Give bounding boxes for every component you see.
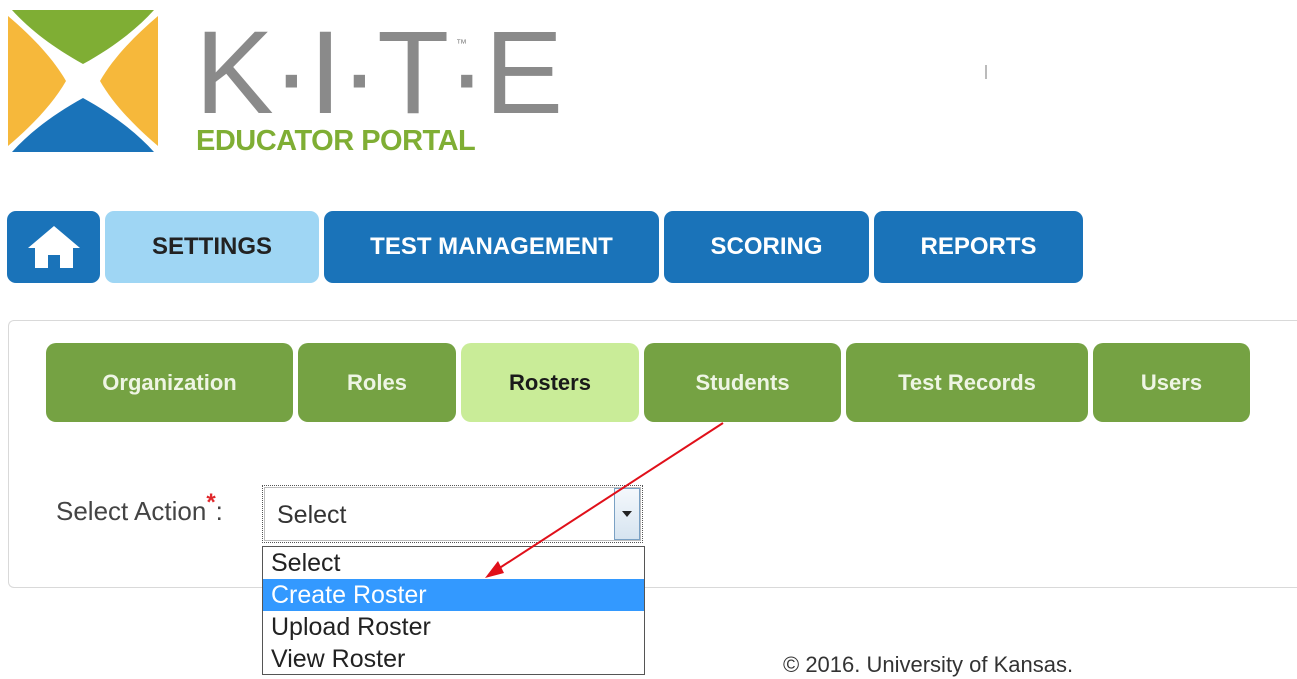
subtab-organization-label: Organization (102, 369, 237, 395)
select-action-colon: : (215, 496, 223, 526)
option-upload-roster[interactable]: Upload Roster (263, 611, 644, 643)
subtab-rosters-label: Rosters (509, 369, 591, 395)
select-action-value: Select (277, 501, 347, 529)
tab-test-management-label: TEST MANAGEMENT (370, 233, 613, 260)
footer-copyright: © 2016. University of Kansas. (783, 652, 1074, 677)
subtab-rosters[interactable]: Rosters (461, 343, 639, 422)
page: K·I·T·E ™ EDUCATOR PORTAL SETTINGS TEST … (0, 0, 1297, 679)
tab-reports-label: REPORTS (920, 233, 1037, 260)
option-create-roster[interactable]: Create Roster (263, 579, 644, 611)
select-action-dropdown[interactable]: Select (262, 485, 643, 543)
header-divider (985, 65, 987, 79)
tab-settings[interactable]: SETTINGS (105, 211, 319, 283)
select-action-label: Select Action*: (56, 489, 223, 527)
chevron-down-icon (622, 511, 632, 517)
kite-logo-icon (8, 10, 158, 152)
subtab-users[interactable]: Users (1093, 343, 1250, 422)
select-action-options: Select Create Roster Upload Roster View … (262, 546, 645, 675)
tab-scoring-label: SCORING (710, 233, 823, 260)
subtab-test-records[interactable]: Test Records (846, 343, 1088, 422)
home-button[interactable] (7, 211, 100, 283)
dropdown-toggle-button[interactable] (614, 488, 640, 540)
subtab-students-label: Students (695, 369, 790, 395)
required-indicator: * (206, 489, 216, 516)
option-select[interactable]: Select (263, 547, 644, 579)
home-icon (27, 226, 80, 268)
subtab-test-records-label: Test Records (898, 369, 1036, 395)
subtab-students[interactable]: Students (644, 343, 841, 422)
logo-wordmark: K·I·T·E (195, 7, 563, 139)
subtab-roles[interactable]: Roles (298, 343, 456, 422)
tab-reports[interactable]: REPORTS (874, 211, 1083, 283)
select-action-label-text: Select Action (56, 496, 207, 526)
logo-trademark: ™ (456, 38, 467, 50)
logo-subtitle: EDUCATOR PORTAL (196, 125, 476, 157)
tab-scoring[interactable]: SCORING (664, 211, 869, 283)
tab-settings-label: SETTINGS (151, 233, 272, 260)
subtab-users-label: Users (1140, 369, 1203, 395)
subtab-roles-label: Roles (347, 369, 407, 395)
subtab-organization[interactable]: Organization (46, 343, 293, 422)
tab-test-management[interactable]: TEST MANAGEMENT (324, 211, 659, 283)
option-view-roster[interactable]: View Roster (263, 643, 644, 674)
